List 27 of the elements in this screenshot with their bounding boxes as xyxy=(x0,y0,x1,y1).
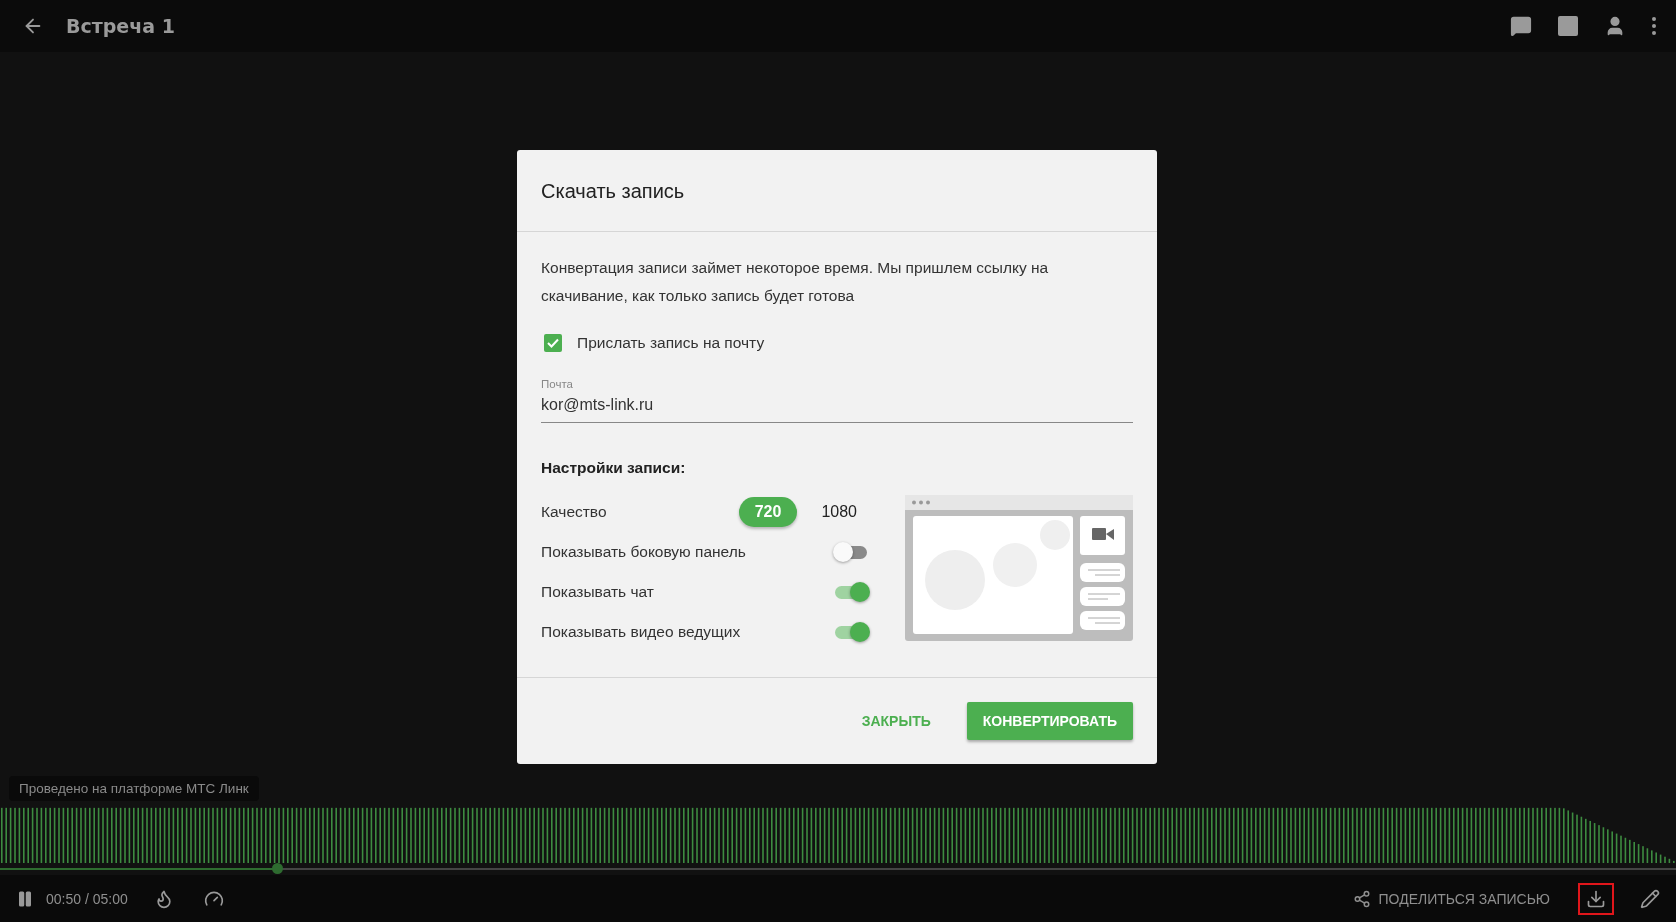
download-button[interactable] xyxy=(1578,882,1614,915)
progress-track[interactable] xyxy=(0,863,1676,875)
email-field[interactable]: kor@mts-link.ru xyxy=(541,394,1133,423)
settings-heading: Настройки записи: xyxy=(541,459,687,477)
share-button[interactable]: ПОДЕЛИТЬСЯ ЗАПИСЬЮ xyxy=(1346,888,1556,909)
dialog-title: Скачать запись xyxy=(541,180,685,202)
toggle-switch[interactable] xyxy=(833,621,871,643)
download-icon xyxy=(1586,888,1606,909)
setting-label: Показывать чат xyxy=(541,583,654,601)
checkbox-label: Прислать запись на почту xyxy=(577,334,765,352)
playback-time: 00:50 / 05:00 xyxy=(46,890,128,907)
toggle-switch[interactable] xyxy=(833,581,871,603)
chat-bubble-icon xyxy=(1510,15,1532,37)
setting-label: Показывать боковую панель xyxy=(541,543,746,561)
setting-label: Качество xyxy=(541,503,607,521)
pencil-icon xyxy=(1640,888,1660,909)
more-icon xyxy=(1652,17,1656,35)
field-label: Почта xyxy=(541,378,574,390)
meeting-title: Встреча 1 xyxy=(66,15,176,37)
share-icon xyxy=(1352,889,1371,908)
quality-option[interactable]: 1080 xyxy=(805,497,873,527)
pause-icon xyxy=(16,889,34,908)
dialog-description: Конвертация записи займет некоторое время. Мы пришлем ссылку на скачивание, как только запись будет готова xyxy=(541,258,1050,306)
email-checkbox[interactable] xyxy=(544,334,562,352)
platform-label: Проведено на платформе МТС Линк xyxy=(9,776,259,801)
progress-handle[interactable] xyxy=(271,863,283,874)
setting-label: Показывать видео ведущих xyxy=(541,623,741,641)
